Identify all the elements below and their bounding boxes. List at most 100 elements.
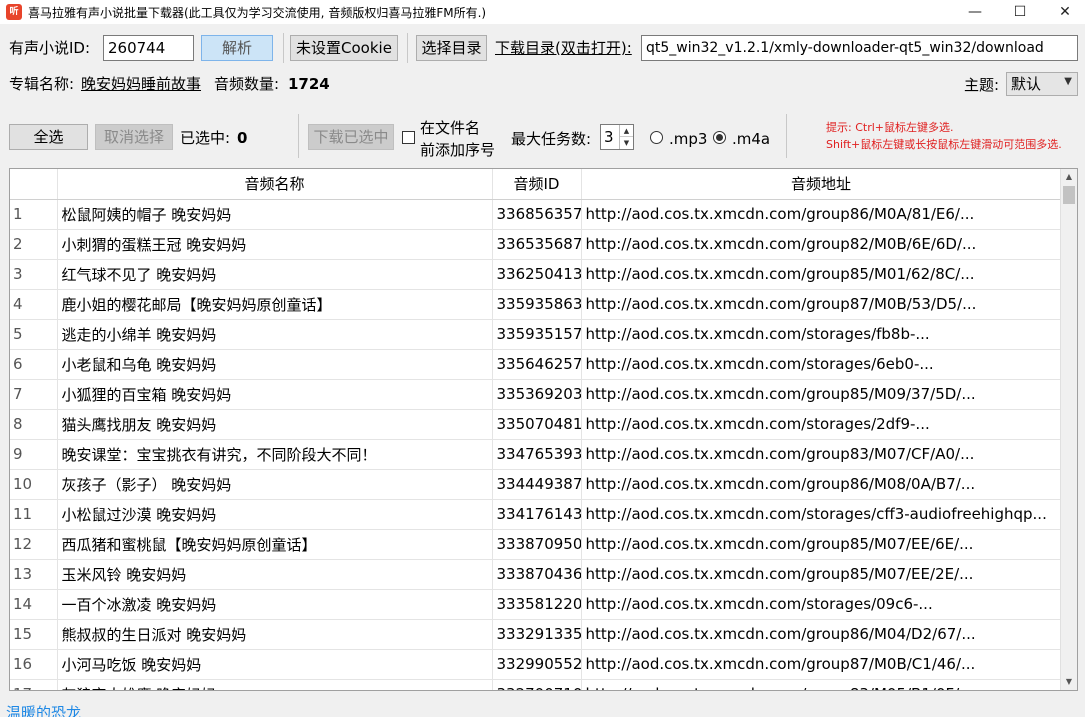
- column-header-id[interactable]: 音频ID: [492, 169, 582, 200]
- parse-button[interactable]: 解析: [201, 35, 273, 61]
- audio-url-cell: http://aod.cos.tx.xmcdn.com/group85/M07/…: [581, 559, 1062, 590]
- audio-name-cell: 一百个冰激凌 晚安妈妈: [57, 589, 493, 620]
- audio-id-cell: 335935863: [492, 289, 582, 320]
- album-name-value[interactable]: 晚安妈妈睡前故事: [81, 74, 201, 94]
- spin-up-icon[interactable]: ▲: [620, 125, 633, 137]
- audio-url-cell: http://aod.cos.tx.xmcdn.com/storages/cff…: [581, 499, 1062, 530]
- m4a-label: .m4a: [732, 130, 771, 148]
- deselect-button[interactable]: 取消选择: [95, 124, 173, 150]
- window-title: 喜马拉雅有声小说批量下载器(此工具仅为学习交流使用, 音频版权归喜马拉雅FM所有…: [28, 6, 487, 20]
- row-index: 9: [10, 439, 58, 470]
- audio-count-label: 音频数量:: [214, 75, 280, 93]
- vertical-scrollbar[interactable]: ▲ ▼: [1060, 169, 1077, 690]
- scroll-thumb[interactable]: [1063, 186, 1075, 204]
- audio-url-cell: http://aod.cos.tx.xmcdn.com/storages/fb8…: [581, 319, 1062, 350]
- max-tasks-value: 3: [604, 128, 614, 146]
- audio-url-cell: http://aod.cos.tx.xmcdn.com/storages/6eb…: [581, 349, 1062, 380]
- m4a-radio[interactable]: [713, 131, 726, 144]
- select-all-button[interactable]: 全选: [9, 124, 88, 150]
- download-selected-button[interactable]: 下载已选中: [308, 124, 394, 150]
- table-row[interactable]: 4 鹿小姐的樱花邮局【晚安妈妈原创童话】 335935863 http://aod.c…: [10, 289, 1062, 320]
- audio-url-cell: http://aod.cos.tx.xmcdn.com/group83/M05/…: [581, 679, 1062, 690]
- theme-value: 默认: [1011, 75, 1042, 93]
- table-row[interactable]: 14 一百个冰激凌 晚安妈妈 333581220 http://aod.cos.tx.…: [10, 589, 1062, 620]
- separator: [298, 114, 299, 158]
- theme-select[interactable]: 默认 ▼: [1006, 72, 1078, 96]
- table-header: 音频名称 音频ID 音频地址: [10, 169, 1062, 200]
- table-row[interactable]: 16 小河马吃饭 晚安妈妈 332990552 http://aod.cos.tx.x…: [10, 649, 1062, 680]
- table-row[interactable]: 15 熊叔叔的生日派对 晚安妈妈 333291335 http://aod.cos.t…: [10, 619, 1062, 650]
- table-row[interactable]: 9 晚安课堂：宝宝挑衣有讲究，不同阶段大不同！ 334765393 http://ao…: [10, 439, 1062, 470]
- footer-link[interactable]: 温暖的恐龙: [6, 704, 81, 717]
- separator: [283, 33, 284, 63]
- download-dir-label[interactable]: 下载目录(双击打开):: [495, 38, 632, 58]
- audio-url-cell: http://aod.cos.tx.xmcdn.com/group86/M08/…: [581, 469, 1062, 500]
- audio-count-value: 1724: [288, 75, 330, 93]
- audio-id-cell: 336250413: [492, 259, 582, 290]
- minimize-button[interactable]: —: [952, 0, 998, 24]
- table-row[interactable]: 3 红气球不见了 晚安妈妈 336250413 http://aod.cos.tx.x…: [10, 259, 1062, 290]
- column-header-index[interactable]: [10, 169, 58, 200]
- row-index: 16: [10, 649, 58, 680]
- table-row[interactable]: 6 小老鼠和乌龟 晚安妈妈 335646257 http://aod.cos.tx.x…: [10, 349, 1062, 380]
- album-name-label: 专辑名称:: [9, 75, 75, 93]
- scroll-down-icon[interactable]: ▼: [1061, 674, 1077, 690]
- maximize-button[interactable]: ☐: [997, 0, 1043, 24]
- column-header-name[interactable]: 音频名称: [57, 169, 493, 200]
- mp3-label: .mp3: [669, 130, 708, 148]
- audio-url-cell: http://aod.cos.tx.xmcdn.com/group87/M0B/…: [581, 649, 1062, 680]
- selected-count: 0: [237, 129, 248, 147]
- cookie-button[interactable]: 未设置Cookie: [290, 35, 398, 61]
- audio-name-cell: 西瓜猪和蜜桃鼠【晚安妈妈原创童话】: [57, 529, 493, 560]
- row-index: 1: [10, 199, 58, 230]
- audio-name-cell: 红气球不见了 晚安妈妈: [57, 259, 493, 290]
- table-row[interactable]: 13 玉米风铃 晚安妈妈 333870436 http://aod.cos.tx.xm…: [10, 559, 1062, 590]
- table-row[interactable]: 8 猫头鹰找朋友 晚安妈妈 335070481 http://aod.cos.tx.x…: [10, 409, 1062, 440]
- prefix-index-label-1: 在文件名: [420, 119, 481, 137]
- audio-url-cell: http://aod.cos.tx.xmcdn.com/group86/M04/…: [581, 619, 1062, 650]
- prefix-index-checkbox[interactable]: [402, 131, 415, 144]
- column-header-url[interactable]: 音频地址: [581, 169, 1062, 200]
- table-row[interactable]: 7 小狐狸的百宝箱 晚安妈妈 335369203 http://aod.cos.tx.…: [10, 379, 1062, 410]
- scroll-up-icon[interactable]: ▲: [1061, 169, 1077, 185]
- row-index: 4: [10, 289, 58, 320]
- close-button[interactable]: ✕: [1042, 0, 1085, 24]
- table-row[interactable]: 17灰狼变大雄鹰 晚安妈妈332700710http://aod.cos.tx.…: [10, 679, 1062, 690]
- audio-url-cell: http://aod.cos.tx.xmcdn.com/group87/M0B/…: [581, 289, 1062, 320]
- download-dir-input[interactable]: qt5_win32_v1.2.1/xmly-downloader-qt5_win…: [641, 35, 1078, 61]
- row-index: 14: [10, 589, 58, 620]
- table-row[interactable]: 12 西瓜猪和蜜桃鼠【晚安妈妈原创童话】 333870950 http://aod.c…: [10, 529, 1062, 560]
- spin-down-icon[interactable]: ▼: [620, 137, 633, 149]
- audio-id-cell: 336535687: [492, 229, 582, 260]
- mp3-radio[interactable]: [650, 131, 663, 144]
- audio-name-cell: 小狐狸的百宝箱 晚安妈妈: [57, 379, 493, 410]
- album-id-input[interactable]: 260744: [103, 35, 194, 61]
- audio-name-cell: 灰孩子（影子） 晚安妈妈: [57, 469, 493, 500]
- audio-name-cell: 小刺猬的蛋糕王冠 晚安妈妈: [57, 229, 493, 260]
- audio-url-cell: http://aod.cos.tx.xmcdn.com/group85/M09/…: [581, 379, 1062, 410]
- audio-id-cell: 333291335: [492, 619, 582, 650]
- audio-id-cell: 333581220: [492, 589, 582, 620]
- table-row[interactable]: 2 小刺猬的蛋糕王冠 晚安妈妈 336535687 http://aod.cos.tx…: [10, 229, 1062, 260]
- row-index: 2: [10, 229, 58, 260]
- choose-dir-button[interactable]: 选择目录: [416, 35, 487, 61]
- separator: [407, 33, 408, 63]
- row-index: 10: [10, 469, 58, 500]
- audio-name-cell: 灰狼变大雄鹰 晚安妈妈: [57, 679, 493, 690]
- table-row[interactable]: 1 松鼠阿姨的帽子 晚安妈妈 336856357 http://aod.cos.tx.…: [10, 199, 1062, 230]
- row-index: 5: [10, 319, 58, 350]
- audio-name-cell: 晚安课堂：宝宝挑衣有讲究，不同阶段大不同！: [57, 439, 493, 470]
- row-index: 8: [10, 409, 58, 440]
- table-row[interactable]: 11 小松鼠过沙漠 晚安妈妈 334176143 http://aod.cos.tx.…: [10, 499, 1062, 530]
- row-index: 11: [10, 499, 58, 530]
- audio-name-cell: 小河马吃饭 晚安妈妈: [57, 649, 493, 680]
- max-tasks-spinbox[interactable]: 3 ▲ ▼: [600, 124, 634, 150]
- audio-id-cell: 335070481: [492, 409, 582, 440]
- row-index: 12: [10, 529, 58, 560]
- table-row[interactable]: 10 灰孩子（影子） 晚安妈妈 334449387 http://aod.cos.tx…: [10, 469, 1062, 500]
- table-row[interactable]: 5 逃走的小绵羊 晚安妈妈 335935157 http://aod.cos.tx.x…: [10, 319, 1062, 350]
- audio-url-cell: http://aod.cos.tx.xmcdn.com/group85/M01/…: [581, 259, 1062, 290]
- audio-table[interactable]: 音频名称 音频ID 音频地址 1 松鼠阿姨的帽子 晚安妈妈 336856357 htt…: [9, 168, 1078, 691]
- audio-id-cell: 334449387: [492, 469, 582, 500]
- audio-id-cell: 333870436: [492, 559, 582, 590]
